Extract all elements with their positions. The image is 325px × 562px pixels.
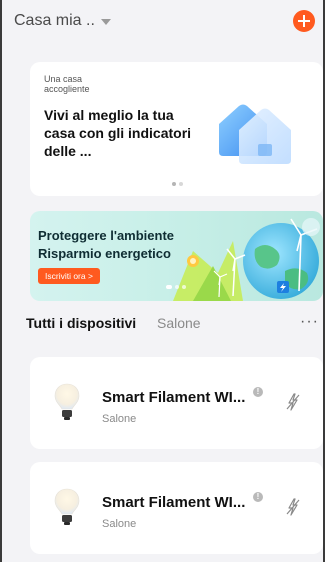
plus-icon	[298, 15, 310, 27]
tab-salone[interactable]: Salone	[157, 315, 201, 331]
tab-all-devices[interactable]: Tutti i dispositivi	[26, 315, 136, 331]
offline-icon: !	[253, 387, 263, 397]
eco-banner-title: Proteggere l'ambiente Risparmio energeti…	[38, 227, 174, 263]
offline-icon: !	[253, 492, 263, 502]
device-card[interactable]: Smart Filament WI... Salone !	[30, 357, 323, 449]
house-icon	[219, 104, 291, 164]
pager-dot	[179, 182, 183, 186]
pager-dot	[175, 285, 179, 289]
eco-banner-line1: Proteggere l'ambiente	[38, 228, 175, 243]
pager-dot	[166, 285, 172, 289]
info-card-subtitle: Una casa accogliente	[44, 74, 90, 94]
pager-dot	[172, 182, 176, 186]
banner-pager	[166, 285, 186, 289]
header: Casa mia ..	[14, 8, 315, 36]
power-off-icon[interactable]	[286, 498, 300, 516]
home-name: Casa mia ..	[14, 12, 95, 29]
device-tabs: Tutti i dispositivi Salone ···	[26, 313, 319, 335]
device-room: Salone	[102, 518, 137, 530]
device-card[interactable]: Smart Filament WI... Salone !	[30, 462, 323, 554]
device-room: Salone	[102, 413, 137, 425]
home-selector[interactable]: Casa mia ..	[14, 12, 111, 30]
add-device-button[interactable]	[293, 10, 315, 32]
eco-banner[interactable]: Proteggere l'ambiente Risparmio energeti…	[30, 211, 323, 301]
chevron-down-icon	[100, 19, 111, 25]
subscribe-button[interactable]: Iscriviti ora >	[38, 268, 100, 284]
frame-border-left	[0, 0, 2, 562]
eco-banner-line2: Risparmio energetico	[38, 246, 171, 261]
power-off-icon[interactable]	[286, 393, 300, 411]
info-card-pager	[172, 182, 183, 186]
device-name: Smart Filament WI...	[102, 389, 246, 406]
bulb-icon	[54, 383, 80, 420]
pager-dot	[182, 285, 186, 289]
eco-banner-illustration	[173, 218, 320, 301]
info-card-title: Vivi al meglio la tua casa con gli indic…	[44, 107, 192, 159]
home-info-card[interactable]: Una casa accogliente Vivi al meglio la t…	[30, 62, 323, 196]
more-options-icon[interactable]: ···	[300, 313, 319, 331]
device-name: Smart Filament WI...	[102, 494, 246, 511]
bulb-icon	[54, 488, 80, 525]
